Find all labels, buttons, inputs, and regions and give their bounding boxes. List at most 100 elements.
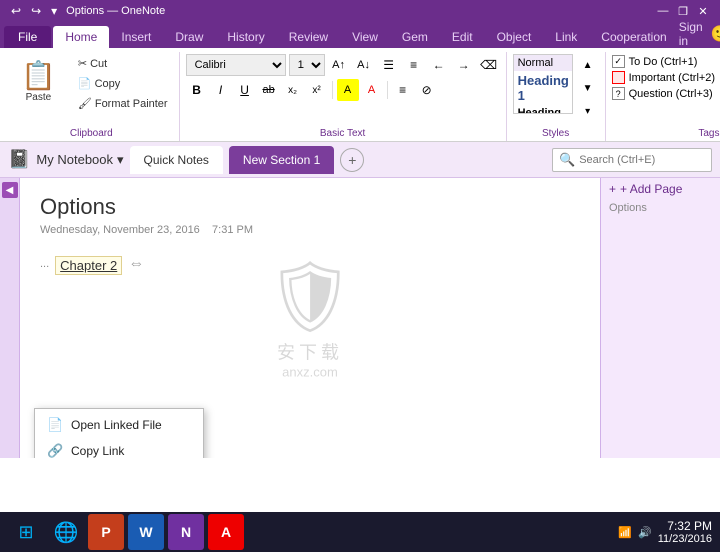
copy-button[interactable]: 📄 Copy <box>73 74 173 93</box>
basic-text-content: Calibri 11 A↑ A↓ ☰ ≡ ← → ⌫ B I U ab x₂ x… <box>186 52 500 126</box>
cut-button[interactable]: ✂ Cut <box>73 54 173 73</box>
notebook-name-button[interactable]: My Notebook ▾ <box>36 152 123 168</box>
maximize-button[interactable]: ❐ <box>674 3 692 19</box>
notebook-icon: 📓 <box>8 149 30 170</box>
tab-edit[interactable]: Edit <box>440 26 485 48</box>
network-icon: 📶 <box>618 526 632 539</box>
minimize-button[interactable]: — <box>654 3 672 19</box>
taskbar: ⊞ 🌐 P W N A 📶 🔊 7:32 PM 11/23/2016 <box>0 512 720 552</box>
numbered-list-button[interactable]: ≡ <box>403 54 425 76</box>
sign-in-link[interactable]: Sign in <box>679 20 703 48</box>
subscript-button[interactable]: x₂ <box>282 79 304 101</box>
clipboard-content: 📋 Paste ✂ Cut 📄 Copy 🖌 Format Painter <box>10 52 173 126</box>
font-row1: Calibri 11 A↑ A↓ ☰ ≡ ← → ⌫ <box>186 54 500 76</box>
title-bar-left: ↩ ↪ ▾ Options — OneNote <box>8 2 165 20</box>
window-controls: — ❐ ✕ <box>654 3 712 19</box>
right-panel: + + Add Page Options <box>600 178 720 458</box>
bold-button[interactable]: B <box>186 79 208 101</box>
question-checkbox[interactable]: ? <box>612 87 625 100</box>
todo-tag-item[interactable]: ✓ To Do (Ctrl+1) <box>612 54 716 69</box>
font-name-select[interactable]: Calibri <box>186 54 286 76</box>
strikethrough2-button[interactable]: ⊘ <box>416 79 438 101</box>
left-toolbar-button[interactable]: ◀ <box>2 182 18 198</box>
tab-review[interactable]: Review <box>277 26 340 48</box>
important-checkbox[interactable] <box>612 71 625 84</box>
ctx-copy-link[interactable]: 🔗 Copy Link <box>35 438 203 458</box>
taskbar-powerpoint-button[interactable]: P <box>88 514 124 550</box>
important-tag-item[interactable]: Important (Ctrl+2) <box>612 70 716 85</box>
format-painter-button[interactable]: 🖌 Format Painter <box>73 94 173 113</box>
superscript-button[interactable]: x² <box>306 79 328 101</box>
tab-file[interactable]: File <box>4 26 51 48</box>
underline-button[interactable]: U <box>234 79 256 101</box>
styles-up-arrow[interactable]: ▲ <box>577 54 599 76</box>
linked-file-text[interactable]: Chapter 2 <box>55 256 122 275</box>
basic-text-group: Calibri 11 A↑ A↓ ☰ ≡ ← → ⌫ B I U ab x₂ x… <box>180 52 507 141</box>
styles-label: Styles <box>513 126 599 141</box>
format-painter-icon: 🖌 <box>78 97 92 110</box>
tab-draw[interactable]: Draw <box>163 26 215 48</box>
highlight-button[interactable]: A <box>337 79 359 101</box>
styles-down-arrow[interactable]: ▼ <box>577 77 599 99</box>
ribbon-content: 📋 Paste ✂ Cut 📄 Copy 🖌 Format Painter <box>0 48 720 142</box>
ctx-open-linked-file[interactable]: 📄 Open Linked File <box>35 412 203 438</box>
tab-quick-notes[interactable]: Quick Notes <box>130 146 223 174</box>
taskbar-start-button[interactable]: ⊞ <box>8 514 44 550</box>
expand-collapse-button[interactable]: ... <box>40 258 49 270</box>
add-section-button[interactable]: + <box>340 148 364 172</box>
decrease-indent-button[interactable]: ← <box>428 54 450 76</box>
increase-font-button[interactable]: A↑ <box>328 54 350 76</box>
taskbar-ie-button[interactable]: 🌐 <box>48 514 84 550</box>
strikethrough-button[interactable]: ab <box>258 79 280 101</box>
styles-content: Normal Heading 1 Heading 2 ▲ ▼ ▾ <box>513 52 599 126</box>
paste-icon: 📋 <box>21 59 56 92</box>
decrease-font-button[interactable]: A↓ <box>353 54 375 76</box>
font-color-button[interactable]: A <box>361 79 383 101</box>
tab-view[interactable]: View <box>340 26 390 48</box>
qa-dropdown[interactable]: ▾ <box>48 2 60 20</box>
search-box: 🔍 <box>552 148 712 172</box>
add-page-button[interactable]: + + Add Page <box>601 178 720 200</box>
question-tag-item[interactable]: ? Question (Ctrl+3) <box>612 86 716 101</box>
tab-cooperation[interactable]: Cooperation <box>589 26 678 48</box>
taskbar-acrobat-button[interactable]: A <box>208 514 244 550</box>
close-button[interactable]: ✕ <box>694 3 712 19</box>
bullet-list-button[interactable]: ☰ <box>378 54 400 76</box>
title-bar: ↩ ↪ ▾ Options — OneNote — ❐ ✕ <box>0 0 720 22</box>
resize-handle[interactable]: ⇔ <box>128 255 144 273</box>
taskbar-word-button[interactable]: W <box>128 514 164 550</box>
todo-checkbox[interactable]: ✓ <box>612 55 625 68</box>
notebook-dropdown-icon: ▾ <box>117 152 124 168</box>
linked-text-row: ... Chapter 2 ⇔ <box>40 252 580 275</box>
align-left-button[interactable]: ≡ <box>392 79 414 101</box>
open-linked-file-icon: 📄 <box>47 417 63 433</box>
taskbar-tray: 📶 🔊 7:32 PM 11/23/2016 <box>618 519 712 545</box>
taskbar-onenote-button[interactable]: N <box>168 514 204 550</box>
clipboard-label: Clipboard <box>10 126 173 141</box>
clear-format-button[interactable]: ⌫ <box>478 54 500 76</box>
panel-section-label: Options <box>601 200 720 216</box>
undo-button[interactable]: ↩ <box>8 2 24 20</box>
tab-link[interactable]: Link <box>543 26 589 48</box>
tab-home[interactable]: Home <box>53 26 109 48</box>
styles-selector[interactable]: Normal Heading 1 Heading 2 <box>513 54 573 114</box>
styles-group: Normal Heading 1 Heading 2 ▲ ▼ ▾ Styles <box>507 52 606 141</box>
font-size-select[interactable]: 11 <box>289 54 325 76</box>
tab-new-section-1[interactable]: New Section 1 <box>229 146 334 174</box>
smiley-icon: 🙂 <box>711 24 720 44</box>
volume-icon: 🔊 <box>638 526 652 539</box>
search-input[interactable] <box>579 154 699 166</box>
font-row2: B I U ab x₂ x² A A ≡ ⊘ <box>186 79 438 101</box>
tab-insert[interactable]: Insert <box>109 26 163 48</box>
styles-expand-arrow[interactable]: ▾ <box>577 100 599 122</box>
tab-history[interactable]: History <box>215 26 276 48</box>
increase-indent-button[interactable]: → <box>453 54 475 76</box>
italic-button[interactable]: I <box>210 79 232 101</box>
tab-gem[interactable]: Gem <box>390 26 440 48</box>
tags-label: Tags <box>612 126 720 141</box>
watermark-text: 安下载 <box>266 339 355 365</box>
tab-object[interactable]: Object <box>485 26 544 48</box>
copy-link-icon: 🔗 <box>47 443 63 458</box>
paste-button[interactable]: 📋 Paste <box>10 54 67 104</box>
redo-button[interactable]: ↪ <box>28 2 44 20</box>
